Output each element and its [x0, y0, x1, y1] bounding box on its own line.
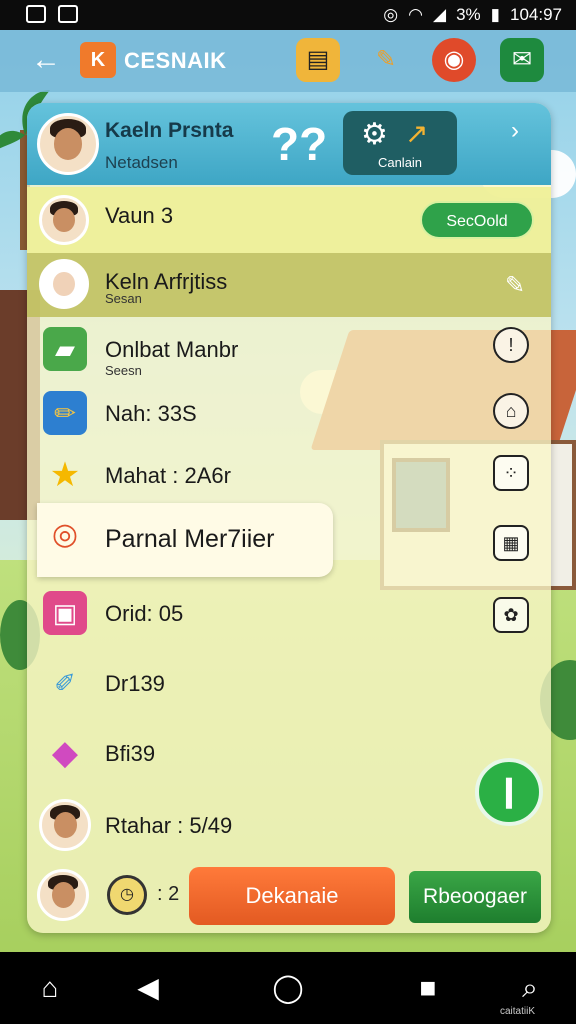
list-item-selected[interactable]: ◎ Parnal Mer7iier — [37, 503, 333, 577]
dice-icon[interactable]: ⁘ — [493, 455, 529, 491]
item-label: Orid: 05 — [105, 601, 184, 626]
profile-subtitle: Netadsen — [105, 153, 178, 172]
battery-percent: 3% — [456, 5, 481, 24]
home-circle-icon[interactable]: ◯ — [268, 970, 308, 1006]
back-triangle-icon[interactable]: ◀ — [128, 970, 168, 1006]
avatar[interactable] — [37, 113, 99, 175]
timer-icon: ◷ — [107, 875, 147, 915]
profile-header: Kaeln Prsnta Netadsen ?? ⚙ ↗ Canlain › — [27, 103, 551, 185]
item-label: Dr139 — [105, 671, 165, 696]
item-label: Rtahar : 5/49 — [105, 813, 233, 838]
item-sublabel: Seesn — [105, 363, 142, 378]
chart-icon: ▣ — [43, 591, 87, 635]
brush-icon: ✏ — [43, 391, 87, 435]
row-subtitle: Sesan — [105, 291, 142, 306]
avatar — [37, 869, 89, 921]
list-item[interactable]: Rtahar : 5/49 — [27, 793, 497, 859]
profile-name: Kaeln Prsnta — [105, 119, 234, 142]
list-item[interactable]: ◆ Bfi39 — [27, 721, 497, 787]
image-icon — [58, 5, 78, 23]
notification-icon — [26, 5, 46, 23]
location-icon: ◎ — [51, 518, 79, 551]
avatar — [39, 259, 89, 309]
home-icon[interactable]: ⌂ — [493, 393, 529, 429]
status-pill-button[interactable]: SecOold — [420, 201, 534, 239]
home-icon[interactable]: ⌂ — [30, 970, 70, 1006]
recents-square-icon[interactable]: ■ — [408, 970, 448, 1006]
battery-icon: ▮ — [490, 5, 500, 24]
status-bar: ◎ ◠ ◢ 3% ▮ 104:97 — [0, 0, 576, 30]
secondary-button[interactable]: Rbeoogaer — [409, 871, 541, 923]
item-label: Parnal Mer7iier — [105, 525, 275, 553]
action-bar: ◷ : 2 Dekanaie Rbeoogaer — [27, 861, 551, 933]
list-item[interactable]: ▣ Orid: 05 — [27, 581, 497, 647]
clock: 104:97 — [510, 5, 562, 24]
list-item[interactable]: ✏ Nah: 33S — [27, 381, 497, 447]
timer-value: : 2 — [157, 883, 180, 905]
item-label: Mahat : 2A6r — [105, 463, 231, 488]
signal-icon: ◢ — [432, 5, 447, 24]
row-title: Vaun 3 — [105, 203, 174, 228]
arrow-icon: ↗ — [405, 118, 429, 149]
plant-icon[interactable]: ✿ — [493, 597, 529, 633]
profile-panel: Kaeln Prsnta Netadsen ?? ⚙ ↗ Canlain › V… — [27, 103, 551, 933]
app-bar: ← K CESNAIK ▤ ✎ ◉ ✉ — [0, 30, 576, 92]
cart-icon[interactable]: ▤ — [296, 38, 340, 82]
clock-icon[interactable]: ! — [493, 327, 529, 363]
chevron-right-icon[interactable]: › — [511, 117, 519, 145]
grid-icon[interactable]: ▦ — [493, 525, 529, 561]
avatar — [39, 799, 91, 851]
nav-caption: caitatiiK — [500, 1006, 536, 1017]
item-label: Bfi39 — [105, 741, 156, 766]
list-item[interactable]: Keln Arfrjtiss Sesan ✎ — [27, 253, 551, 317]
help-marks[interactable]: ?? — [271, 117, 327, 171]
mail-icon[interactable]: ✉ — [500, 38, 544, 82]
list-item[interactable]: Vaun 3 SecOold — [27, 187, 551, 253]
wifi-icon: ◠ — [408, 5, 423, 24]
item-label: Onlbat Manbr — [105, 337, 239, 362]
lifebuoy-icon[interactable]: ◉ — [432, 38, 476, 82]
search-icon[interactable]: ⌕ — [510, 970, 550, 1006]
settings-button[interactable]: ⚙ ↗ Canlain — [343, 111, 457, 175]
primary-button[interactable]: Dekanaie — [189, 867, 395, 925]
alarm-icon: ◎ — [383, 5, 399, 24]
list-item[interactable]: ▰ Onlbat Manbr Seesn — [27, 317, 497, 383]
settings-button-label: Canlain — [377, 155, 423, 170]
tools-icon[interactable]: ✎ — [364, 38, 408, 82]
navigation-bar: ⌂ ◀ ◯ ■ ⌕ caitatiiK — [0, 952, 576, 1024]
back-arrow-icon[interactable]: ← — [28, 42, 64, 78]
list-item[interactable]: ✐ Dr139 — [27, 651, 497, 717]
edit-icon[interactable]: ✎ — [505, 271, 525, 300]
tag-icon: ◆ — [51, 734, 79, 772]
gear-icon: ⚙ — [361, 118, 388, 151]
item-label: Nah: 33S — [105, 401, 197, 426]
pencil-icon: ✐ — [54, 668, 76, 698]
avatar — [39, 195, 89, 245]
star-icon: ★ — [49, 456, 81, 494]
map-icon: ▰ — [43, 327, 87, 371]
app-logo: K — [80, 42, 116, 78]
list-item[interactable]: ★ Mahat : 2A6r — [27, 443, 497, 509]
app-title: CESNAIK — [124, 48, 227, 73]
